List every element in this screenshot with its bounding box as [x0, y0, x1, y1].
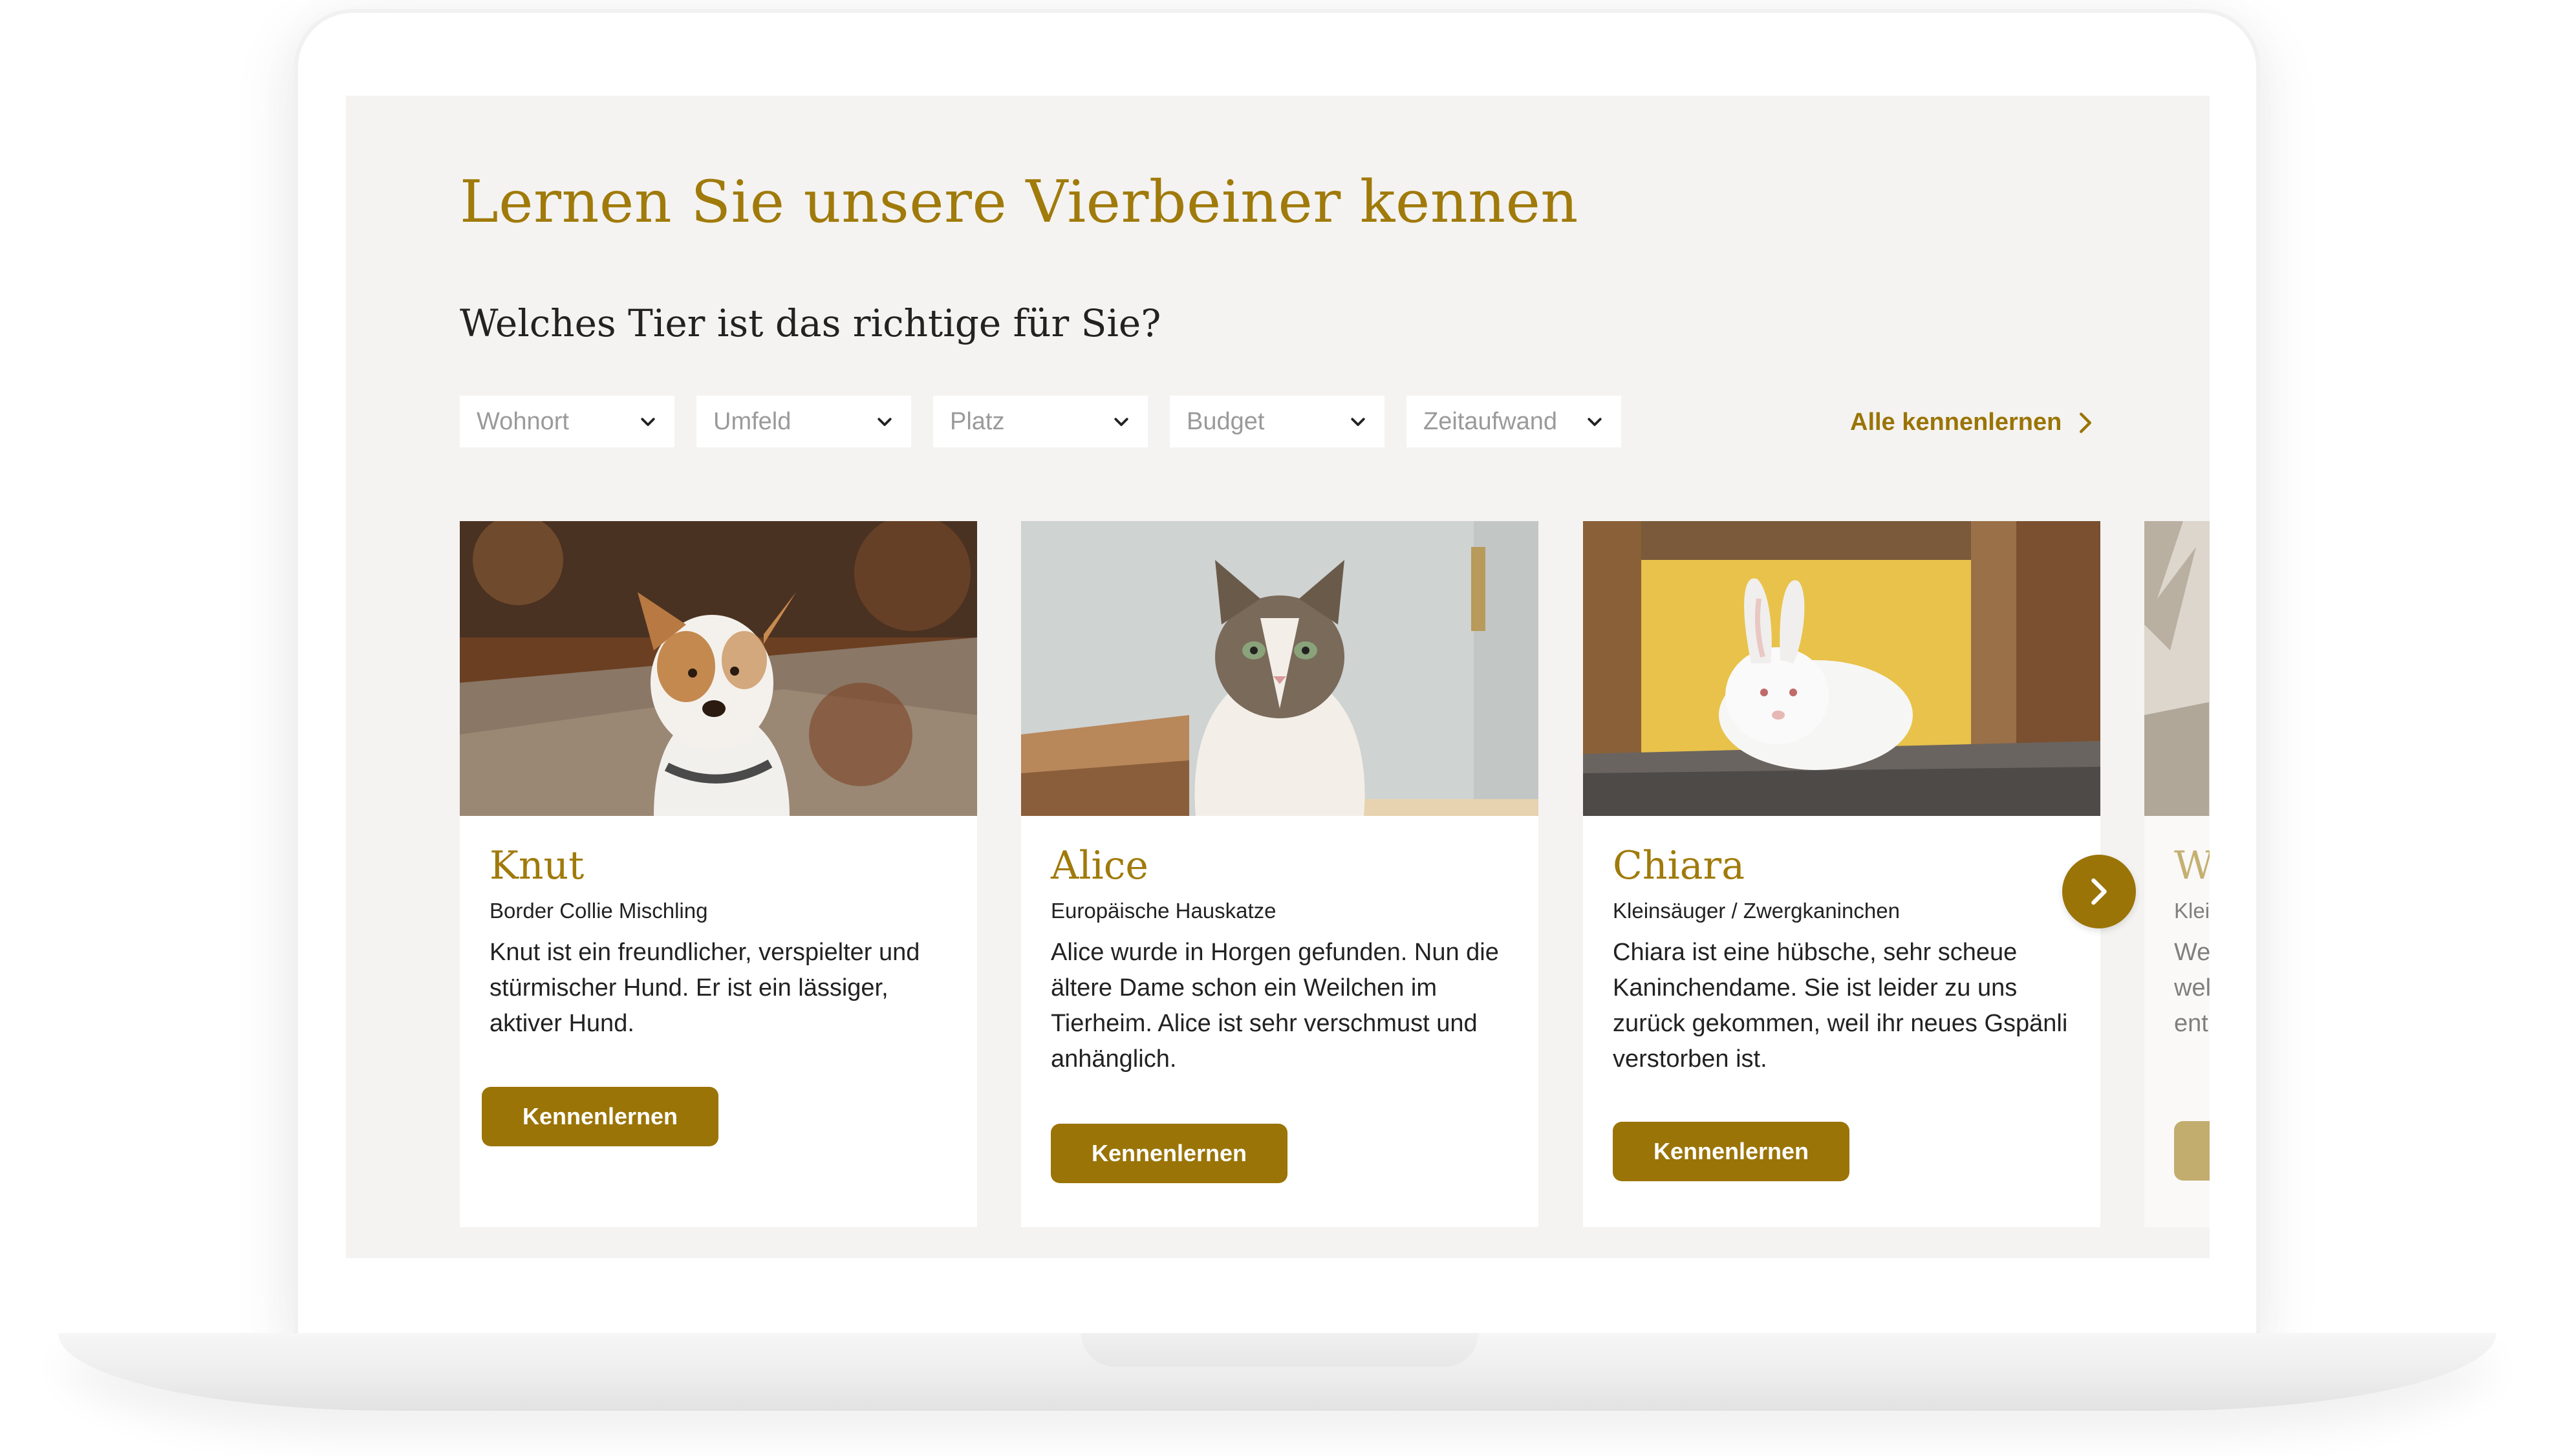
animal-card-partial: W Klei We wel ent — [2144, 521, 2210, 1227]
chevron-down-icon — [1114, 418, 1128, 426]
filter-label: Wohnort — [477, 407, 569, 435]
chevron-down-icon — [641, 418, 655, 426]
chevron-down-icon — [878, 418, 892, 426]
chevron-down-icon — [1588, 418, 1602, 426]
carousel-next-button[interactable] — [2062, 855, 2136, 928]
all-animals-link[interactable]: Alle kennenlernen — [1850, 409, 2093, 436]
animal-name: W — [2174, 843, 2210, 888]
filter-label: Umfeld — [713, 407, 792, 435]
animal-card-knut: Knut Border Collie Mischling Knut ist ei… — [460, 521, 977, 1227]
meet-animal-button[interactable] — [2174, 1121, 2210, 1181]
animal-name: Knut — [490, 843, 585, 888]
animal-name: Chiara — [1613, 843, 1745, 888]
animal-description: Knut ist ein freundlicher, verspielter u… — [490, 939, 920, 1037]
animal-name: Alice — [1051, 843, 1148, 888]
animal-breed: Europäische Hauskatze — [1051, 899, 1276, 923]
meet-alice-button[interactable]: Kennenlernen — [1051, 1124, 1287, 1183]
animal-breed: Kleinsäuger / Zwergkaninchen — [1613, 899, 1900, 923]
dog-photo — [460, 521, 977, 816]
laptop-notch — [1081, 1333, 1478, 1367]
filter-budget[interactable]: Budget — [1170, 396, 1384, 447]
animal-description: Alice wurde in Horgen gefunden. Nun die … — [1051, 939, 1499, 1073]
page-title: Lernen Sie unsere Vierbeiner kennen — [460, 168, 1578, 236]
meet-knut-button[interactable]: Kennenlernen — [482, 1087, 718, 1146]
filter-zeitaufwand[interactable]: Zeitaufwand — [1406, 396, 1621, 447]
animal-card-chiara: Chiara Kleinsäuger / Zwergkaninchen Chia… — [1583, 521, 2100, 1227]
animal-description: We wel ent — [2174, 939, 2210, 1037]
filter-label: Budget — [1187, 407, 1265, 435]
filter-wohnort[interactable]: Wohnort — [460, 396, 674, 447]
animal-description: Chiara ist eine hübsche, sehr scheue Kan… — [1613, 939, 2068, 1073]
filter-label: Zeitaufwand — [1423, 407, 1558, 435]
chevron-right-icon — [2080, 412, 2092, 433]
animal-photo-partial — [2144, 521, 2210, 816]
filter-umfeld[interactable]: Umfeld — [696, 396, 911, 447]
all-animals-link-label: Alle kennenlernen — [1850, 409, 2062, 436]
arrow-right-icon — [2091, 878, 2107, 905]
chevron-down-icon — [1351, 418, 1365, 426]
animal-card-alice: Alice Europäische Hauskatze Alice wurde … — [1021, 521, 1538, 1227]
screen: Lernen Sie unsere Vierbeiner kennen Welc… — [346, 96, 2210, 1258]
filter-label: Platz — [950, 407, 1005, 435]
animal-breed: Klei — [2174, 899, 2210, 923]
section-subtitle: Welches Tier ist das richtige für Sie? — [460, 301, 1161, 345]
filter-bar: Wohnort Umfeld Platz Budget Zeitaufwand — [460, 396, 1621, 447]
rabbit-photo — [1583, 521, 2100, 816]
cat-photo — [1021, 521, 1538, 816]
meet-chiara-button[interactable]: Kennenlernen — [1613, 1122, 1849, 1181]
animal-breed: Border Collie Mischling — [490, 899, 708, 923]
filter-platz[interactable]: Platz — [933, 396, 1148, 447]
